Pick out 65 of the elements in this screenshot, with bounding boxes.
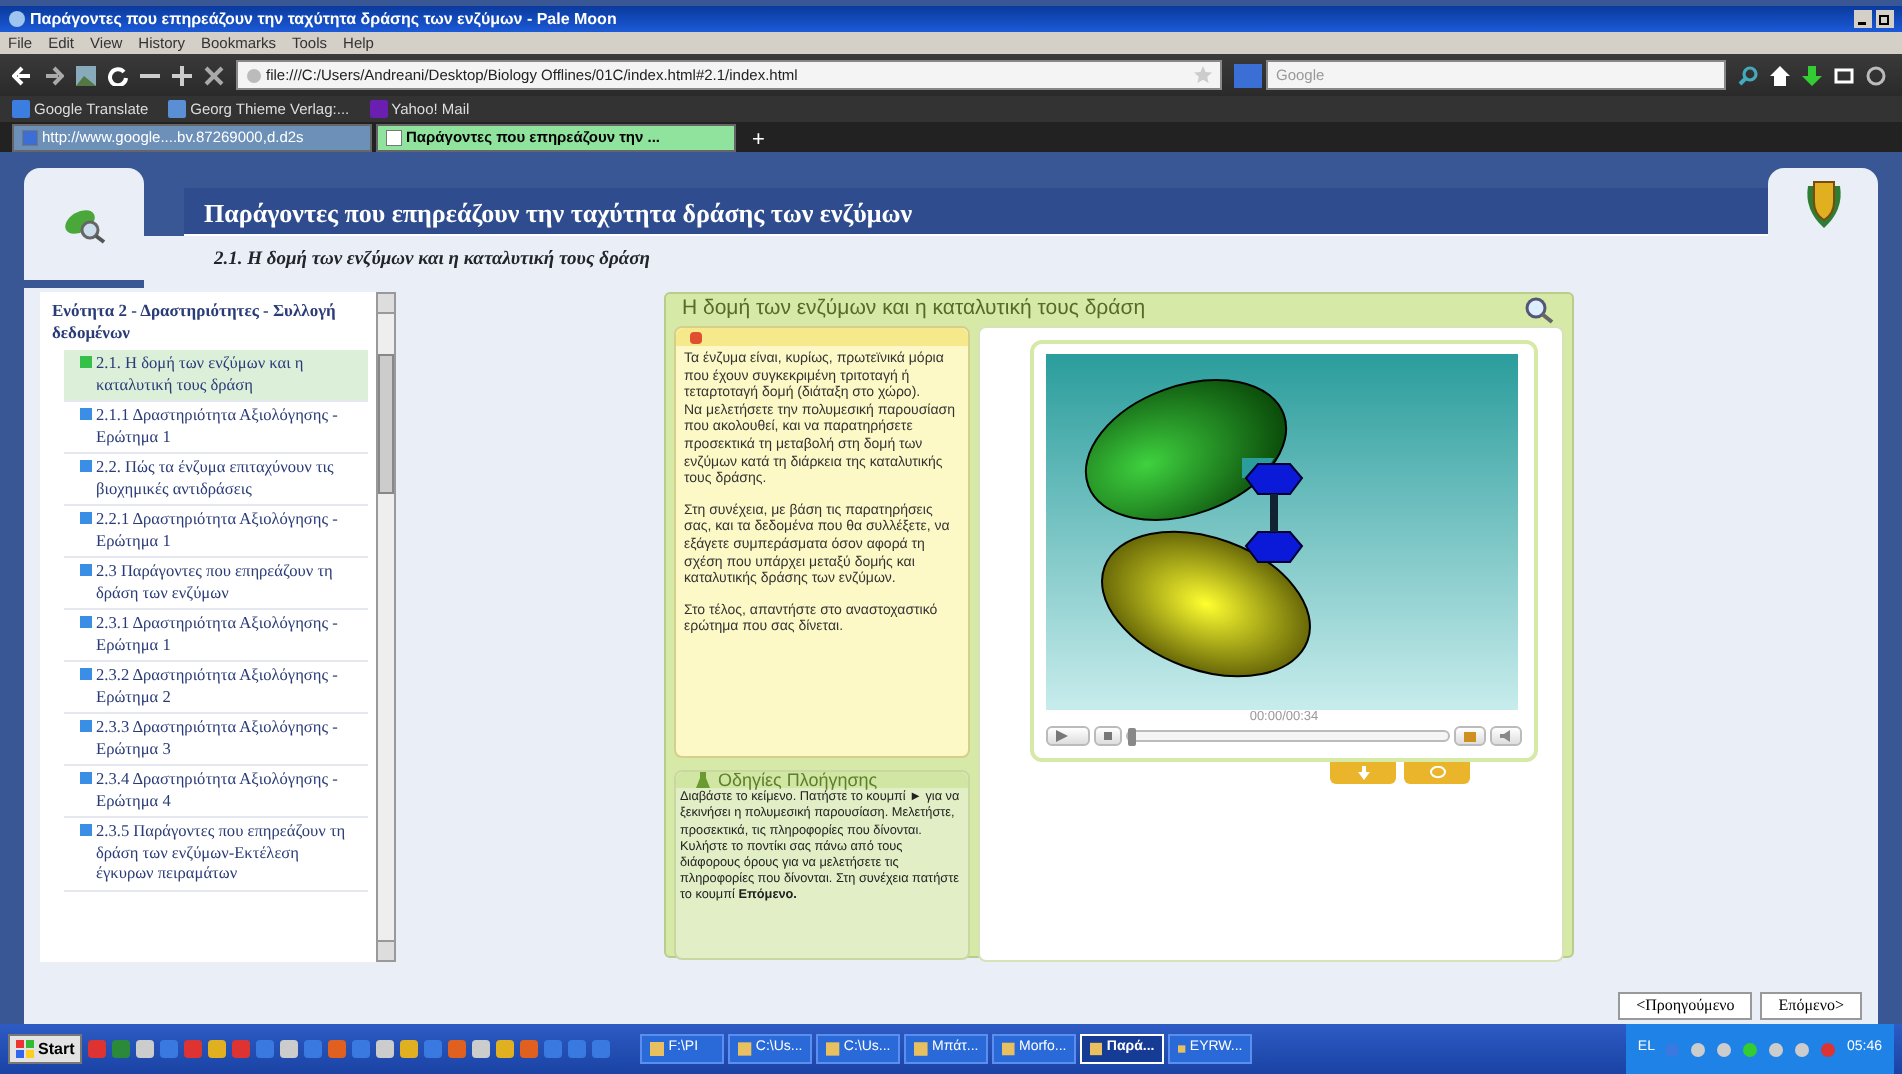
stop-button[interactable] bbox=[1094, 726, 1122, 746]
bookmark-star-icon[interactable] bbox=[1194, 66, 1212, 84]
zoom-in-icon[interactable] bbox=[172, 65, 192, 85]
start-button[interactable]: Start bbox=[8, 1034, 83, 1064]
flask-icon bbox=[696, 772, 710, 789]
app-icon bbox=[650, 1042, 665, 1056]
magnifier-icon[interactable] bbox=[1524, 296, 1556, 324]
sidebar-item[interactable]: 2.3 Παράγοντες που επηρεάζουν τη δράση των ενζύμων bbox=[64, 558, 368, 610]
windows-logo-icon bbox=[16, 1040, 34, 1058]
sidebar-item[interactable]: 2.2. Πώς τα ένζυμα επιταχύνουν τις βιοχημικές αντιδράσεις bbox=[64, 454, 368, 506]
comment-button[interactable] bbox=[1404, 762, 1470, 784]
leaf-magnifier-icon bbox=[62, 204, 106, 244]
lesson-heading: Η δομή των ενζύμων και η καταλυτική τους δράση bbox=[682, 294, 1146, 325]
bookmark-icon bbox=[369, 100, 388, 118]
captions-button[interactable] bbox=[1454, 726, 1486, 746]
tab-icon bbox=[22, 130, 38, 146]
speaker-icon bbox=[1500, 730, 1512, 742]
search-engine-icon[interactable] bbox=[1234, 63, 1262, 87]
play-icon bbox=[1056, 730, 1068, 742]
reload-icon[interactable] bbox=[108, 65, 128, 85]
sidebar-item[interactable]: 2.3.4 Δραστηριότητα Αξιολόγησης - Ερώτημα 4 bbox=[64, 766, 368, 818]
new-tab-button[interactable]: + bbox=[740, 130, 777, 152]
back-icon[interactable] bbox=[12, 65, 32, 85]
page-subtitle: 2.1. Η δομή των ενζύμων και η καταλυτική τους δράση bbox=[214, 250, 650, 270]
forward-icon[interactable] bbox=[44, 65, 64, 85]
home-icon[interactable] bbox=[1770, 65, 1790, 85]
nav-button[interactable]: <Προηγούμενο bbox=[1618, 992, 1753, 1020]
stop-icon[interactable] bbox=[204, 65, 224, 85]
scrollbar[interactable] bbox=[376, 292, 396, 962]
sidebar-item[interactable]: 2.3.3 Δραστηριότητα Αξιολόγησης - Ερώτημα 3 bbox=[64, 714, 368, 766]
tab-icon bbox=[386, 130, 402, 146]
bookmark-icon bbox=[168, 100, 187, 118]
sidebar-item[interactable]: 2.3.1 Δραστηριότητα Αξιολόγησης - Ερώτημα 1 bbox=[64, 610, 368, 662]
arrow-down-icon bbox=[1357, 766, 1369, 780]
sidebar-item[interactable]: 2.3.5 Παράγοντες που επηρεάζουν τη δράση των ενζύμων-Εκτέλεση έγκυρων πειραμάτων bbox=[64, 818, 368, 891]
sidebar-item[interactable]: 2.1. Η δομή των ενζύμων και η καταλυτική τους δράση bbox=[64, 350, 368, 402]
search-icon[interactable] bbox=[1738, 65, 1758, 85]
progress-thumb[interactable] bbox=[1128, 728, 1136, 746]
image-icon[interactable] bbox=[76, 65, 96, 85]
page-title: Παράγοντες που επηρεάζουν την ταχύτητα δράσης των ενζύμων bbox=[184, 188, 1768, 236]
restore-icon[interactable] bbox=[1876, 10, 1894, 28]
window-title: Παράγοντες που επηρεάζουν την ταχύτητα δράσης των ενζύμων - Pale Moon bbox=[30, 7, 617, 31]
app-icon bbox=[738, 1042, 752, 1056]
app-icon bbox=[826, 1042, 840, 1056]
browser-icon bbox=[8, 10, 26, 28]
speech-bubble-icon bbox=[1429, 766, 1445, 780]
download-button[interactable] bbox=[1330, 762, 1396, 784]
download-icon[interactable] bbox=[1802, 65, 1822, 85]
section-heading: Ενότητα 2 - Δραστηριότητες - Συλλογή δεδομένων bbox=[50, 300, 338, 346]
nav-button[interactable]: Επόμενο> bbox=[1760, 992, 1862, 1020]
sidebar-item[interactable]: 2.3.2 Δραστηριότητα Αξιολόγησης - Ερώτημα 2 bbox=[64, 662, 368, 714]
sidebar-item[interactable]: 2.2.1 Δραστηριότητα Αξιολόγησης - Ερώτημα 1 bbox=[64, 506, 368, 558]
progress-bar[interactable] bbox=[1126, 730, 1450, 742]
minimize-icon[interactable] bbox=[1854, 10, 1872, 28]
stop-icon bbox=[1104, 732, 1112, 740]
volume-button[interactable] bbox=[1490, 726, 1522, 746]
play-button[interactable] bbox=[1046, 726, 1090, 746]
app-icon bbox=[1002, 1042, 1015, 1056]
instructions-title: Οδηγίες Πλοήγησης bbox=[718, 772, 878, 789]
app-icon bbox=[1090, 1042, 1103, 1056]
app-icon bbox=[914, 1042, 929, 1056]
app-icon bbox=[1178, 1042, 1186, 1056]
bookmark-icon bbox=[12, 100, 30, 118]
window-icon[interactable] bbox=[1834, 65, 1854, 85]
sidebar-item[interactable]: 2.1.1 Δραστηριότητα Αξιολόγησης - Ερώτημα 1 bbox=[64, 402, 368, 454]
